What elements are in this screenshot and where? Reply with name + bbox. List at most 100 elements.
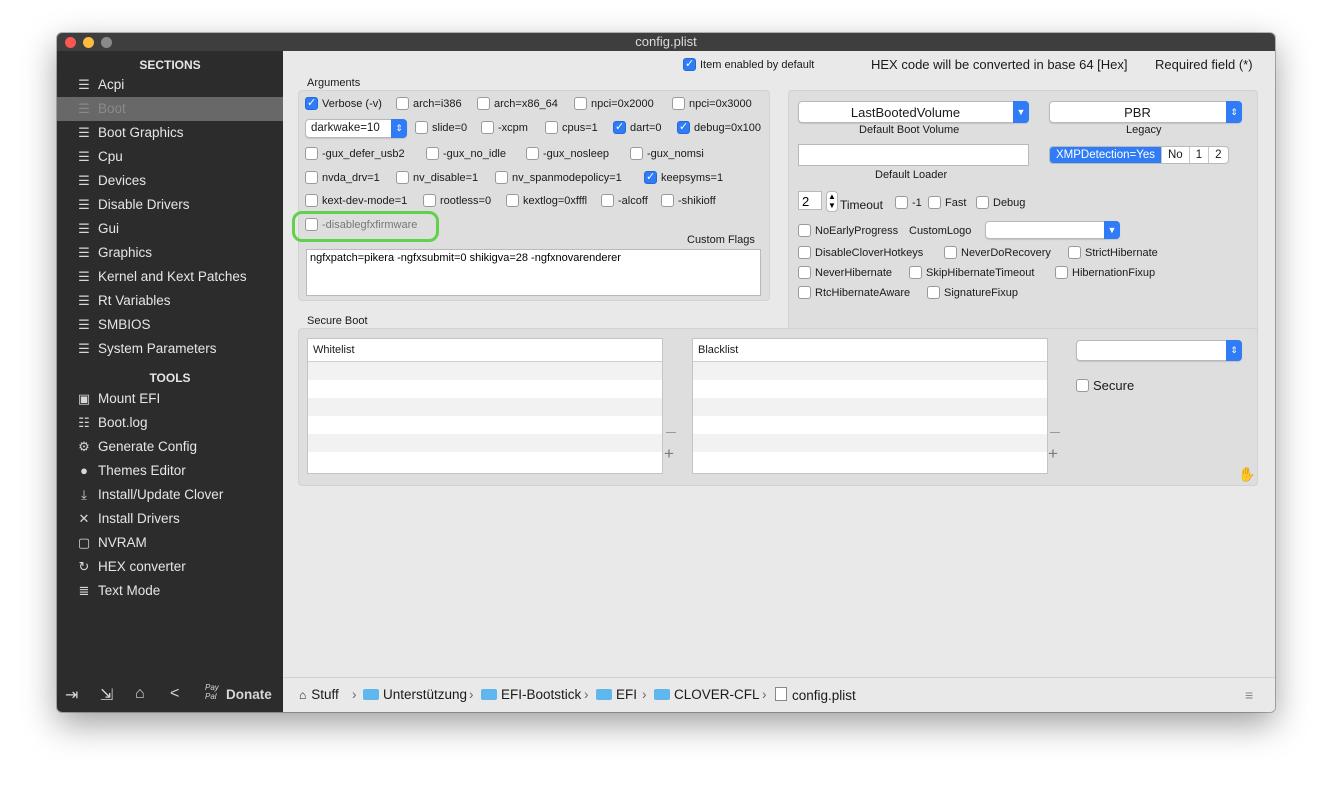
disablegfxfirmware-checkbox[interactable]: -disablegfxfirmware (305, 218, 417, 232)
rootless-checkbox[interactable]: rootless=0 (423, 194, 491, 208)
blacklist-table[interactable]: Blacklist (692, 338, 1048, 474)
import-icon[interactable]: ⇥ (65, 685, 78, 705)
skip-hibernate-timeout-checkbox[interactable]: SkipHibernateTimeout (909, 266, 1034, 280)
export-icon[interactable]: ⇲ (100, 685, 113, 705)
tool-nvram[interactable]: ▢ NVRAM (57, 531, 283, 555)
debug-checkbox[interactable]: debug=0x100 (677, 120, 761, 135)
sidebar-item-disable-drivers[interactable]: ☰ Disable Drivers (57, 193, 283, 217)
nvda-drv-checkbox[interactable]: nvda_drv=1 (305, 171, 380, 185)
sidebar-item-acpi[interactable]: ☰ Acpi (57, 73, 283, 97)
never-do-recovery-checkbox[interactable]: NeverDoRecovery (944, 246, 1051, 260)
no-early-progress-checkbox[interactable]: NoEarlyProgress (798, 224, 898, 238)
xmp-yes-segment[interactable]: XMPDetection=Yes (1050, 147, 1161, 163)
sidebar-item-gui[interactable]: ☰ Gui (57, 217, 283, 241)
tool-hex-converter[interactable]: ↻ HEX converter (57, 555, 283, 579)
slide-checkbox[interactable]: slide=0 (415, 121, 467, 135)
xmp-segmented-control[interactable]: XMPDetection=Yes No 1 2 (1049, 146, 1229, 164)
gux-defer-usb2-checkbox[interactable]: -gux_defer_usb2 (305, 147, 405, 161)
tool-generate-config[interactable]: ⚙ Generate Config (57, 435, 283, 459)
tool-label: NVRAM (98, 535, 147, 550)
arch-i386-checkbox[interactable]: arch=i386 (396, 97, 462, 111)
gux-no-idle-checkbox[interactable]: -gux_no_idle (426, 147, 506, 161)
path-item-efi-bootstick[interactable]: EFI-Bootstick (481, 687, 581, 702)
path-item-stuff[interactable]: ⌂ Stuff (299, 687, 339, 702)
donate-button[interactable]: Donate (226, 687, 272, 702)
gux-nosleep-checkbox[interactable]: -gux_nosleep (526, 147, 609, 161)
sidebar-item-rt-variables[interactable]: ☰ Rt Variables (57, 289, 283, 313)
close-window-button[interactable] (65, 37, 76, 48)
zoom-window-button[interactable] (101, 37, 112, 48)
blacklist-rows (693, 362, 1047, 470)
xcpm-checkbox[interactable]: -xcpm (481, 121, 528, 135)
secure-boot-policy-select[interactable]: ⇕ (1076, 340, 1242, 361)
shikioff-checkbox[interactable]: -shikioff (661, 194, 716, 208)
sidebar-item-label: System Parameters (98, 341, 217, 356)
path-item-clover-cfl[interactable]: CLOVER-CFL (654, 687, 760, 702)
secure-checkbox[interactable]: Secure (1076, 379, 1134, 393)
path-item-unterstuetzung[interactable]: Unterstützung (363, 687, 467, 702)
whitelist-table[interactable]: Whitelist (307, 338, 663, 474)
default-loader-field[interactable] (798, 144, 1029, 166)
tool-boot-log[interactable]: ☷ Boot.log (57, 411, 283, 435)
dart-checkbox[interactable]: dart=0 (613, 120, 662, 135)
sidebar-item-boot-graphics[interactable]: ☰ Boot Graphics (57, 121, 283, 145)
timeout-field[interactable]: 2 (798, 191, 822, 210)
timeout-minus1-checkbox[interactable]: -1 (895, 196, 922, 210)
signature-fixup-checkbox[interactable]: SignatureFixup (927, 286, 1018, 300)
sidebar-item-cpu[interactable]: ☰ Cpu (57, 145, 283, 169)
minimize-window-button[interactable] (83, 37, 94, 48)
share-icon[interactable]: < (170, 685, 179, 703)
disable-clover-hotkeys-checkbox[interactable]: DisableCloverHotkeys (798, 246, 923, 260)
rtc-hibernate-aware-checkbox[interactable]: RtcHibernateAware (798, 286, 910, 300)
tool-text-mode[interactable]: ≣ Text Mode (57, 579, 283, 603)
folder-icon (596, 689, 612, 700)
tool-install-update-clover[interactable]: ⤓ Install/Update Clover (57, 483, 283, 507)
nv-spanmodepolicy-checkbox[interactable]: nv_spanmodepolicy=1 (495, 171, 622, 185)
whitelist-remove-button[interactable] (666, 432, 676, 433)
home-icon[interactable]: ⌂ (135, 685, 145, 703)
darkwake-select[interactable]: darkwake=10 ⇕ (305, 119, 407, 138)
hibernation-fixup-checkbox[interactable]: HibernationFixup (1055, 266, 1155, 280)
alcoff-checkbox[interactable]: -alcoff (601, 194, 648, 208)
xmp-no-segment[interactable]: No (1160, 147, 1189, 163)
never-hibernate-checkbox[interactable]: NeverHibernate (798, 266, 892, 280)
kextlog-checkbox[interactable]: kextlog=0xfffl (506, 194, 587, 208)
xmp-2-segment[interactable]: 2 (1208, 147, 1227, 163)
darkwake-value: darkwake=10 (311, 122, 380, 134)
chevron-down-icon: ▼ (1013, 101, 1029, 123)
whitelist-add-button[interactable]: + (664, 445, 674, 462)
timeout-stepper[interactable]: ▲ ▼ (826, 191, 838, 212)
verbose-checkbox[interactable]: Verbose (-v) (305, 96, 382, 111)
blacklist-add-button[interactable]: + (1048, 445, 1058, 462)
legacy-select[interactable]: PBR ⇕ (1049, 101, 1242, 123)
strict-hibernate-checkbox[interactable]: StrictHibernate (1068, 246, 1158, 260)
kext-dev-mode-checkbox[interactable]: kext-dev-mode=1 (305, 194, 407, 208)
sidebar-item-graphics[interactable]: ☰ Graphics (57, 241, 283, 265)
tool-install-drivers[interactable]: ✕ Install Drivers (57, 507, 283, 531)
gux-nomsi-checkbox[interactable]: -gux_nomsi (630, 147, 704, 161)
xmp-1-segment[interactable]: 1 (1188, 147, 1208, 163)
debug-boot-checkbox[interactable]: Debug (976, 196, 1025, 210)
npci-3000-checkbox[interactable]: npci=0x3000 (672, 97, 752, 111)
default-boot-volume-select[interactable]: LastBootedVolume ▼ (798, 101, 1029, 123)
tool-label: Boot.log (98, 415, 148, 430)
sidebar-item-kernel-kext[interactable]: ☰ Kernel and Kext Patches (57, 265, 283, 289)
sidebar-item-boot[interactable]: ☰ Boot (57, 97, 283, 121)
sidebar-item-system-parameters[interactable]: ☰ System Parameters (57, 337, 283, 361)
custom-flags-field[interactable]: ngfxpatch=pikera -ngfxsubmit=0 shikigva=… (306, 249, 761, 296)
path-item-config-plist[interactable]: config.plist (775, 687, 856, 703)
path-item-efi[interactable]: EFI (596, 687, 637, 702)
custom-logo-select[interactable]: ▼ (985, 221, 1120, 239)
fast-checkbox[interactable]: Fast (928, 196, 966, 210)
sidebar-item-devices[interactable]: ☰ Devices (57, 169, 283, 193)
cpus-checkbox[interactable]: cpus=1 (545, 121, 598, 135)
tool-mount-efi[interactable]: ▣ Mount EFI (57, 387, 283, 411)
tool-themes-editor[interactable]: ● Themes Editor (57, 459, 283, 483)
nv-disable-checkbox[interactable]: nv_disable=1 (396, 171, 478, 185)
keepsyms-checkbox[interactable]: keepsyms=1 (644, 170, 723, 185)
blacklist-remove-button[interactable] (1050, 432, 1060, 433)
sidebar-item-smbios[interactable]: ☰ SMBIOS (57, 313, 283, 337)
menu-lines-icon[interactable]: ≡ (1245, 687, 1253, 703)
npci-2000-checkbox[interactable]: npci=0x2000 (574, 97, 654, 111)
arch-x86-64-checkbox[interactable]: arch=x86_64 (477, 97, 558, 111)
